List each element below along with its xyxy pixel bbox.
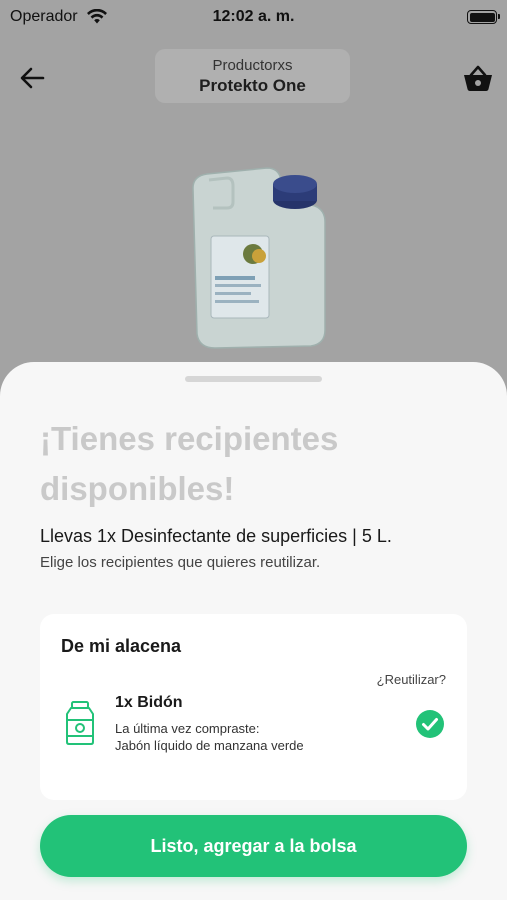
reuse-check-toggle[interactable] bbox=[416, 710, 444, 738]
pantry-card: De mi alacena ¿Reutilizar? 1x Bidón La ú… bbox=[40, 614, 467, 800]
nav-subtitle: Productorxs bbox=[212, 56, 293, 74]
last-purchase-label: La última vez compraste: bbox=[115, 721, 260, 736]
add-to-bag-button[interactable]: Listo, agregar a la bolsa bbox=[40, 815, 467, 877]
reuse-label: ¿Reutilizar? bbox=[376, 672, 446, 687]
carrier-label: Operador bbox=[10, 8, 78, 25]
basket-icon bbox=[464, 65, 492, 91]
wifi-icon bbox=[86, 9, 107, 24]
nav-title: Protekto One bbox=[199, 75, 306, 95]
container-item-name: 1x Bidón bbox=[115, 694, 183, 711]
arrow-left-icon bbox=[20, 67, 45, 89]
product-image bbox=[192, 167, 326, 349]
container-item-description: La última vez compraste: Jabón líquido d… bbox=[115, 720, 304, 754]
sheet-title: ¡Tienes recipientes disponibles! bbox=[40, 420, 339, 507]
nav-bar: Productorxs Protekto One bbox=[0, 46, 507, 106]
status-bar: Operador 12:02 a. m. bbox=[0, 0, 507, 34]
battery-icon bbox=[467, 10, 500, 24]
last-purchase-product: Jabón líquido de manzana verde bbox=[115, 738, 304, 753]
sheet-grabber[interactable] bbox=[185, 376, 322, 382]
add-to-bag-label: Listo, agregar a la bolsa bbox=[150, 835, 357, 856]
basket-button[interactable] bbox=[458, 60, 498, 96]
battery-level bbox=[469, 12, 495, 22]
jar-icon bbox=[66, 701, 94, 745]
back-button[interactable] bbox=[14, 60, 50, 96]
bottom-sheet: ¡Tienes recipientes disponibles! Llevas … bbox=[0, 362, 507, 900]
status-left: Operador bbox=[10, 8, 108, 26]
instruction-text: Elige los recipientes que quieres reutil… bbox=[40, 554, 321, 571]
check-circle-icon bbox=[416, 710, 444, 738]
title-pill: Productorxs Protekto One bbox=[155, 49, 350, 103]
order-summary: Llevas 1x Desinfectante de superficies |… bbox=[40, 526, 392, 546]
card-title: De mi alacena bbox=[61, 636, 182, 656]
